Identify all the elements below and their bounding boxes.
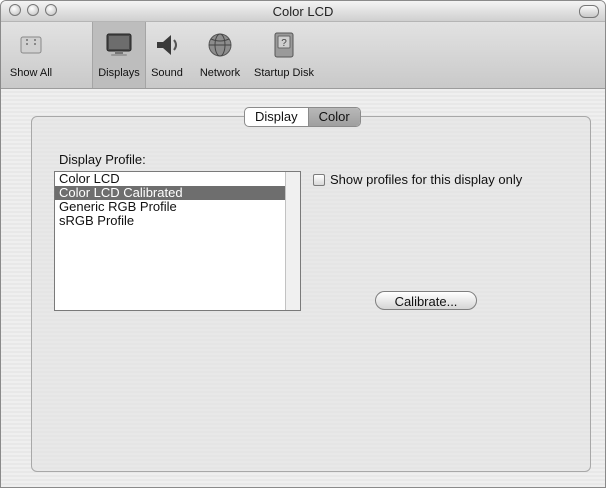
show-profiles-checkbox[interactable]: [313, 173, 325, 186]
svg-text:?: ?: [281, 38, 287, 49]
profile-list-item-selected[interactable]: Color LCD Calibrated: [55, 186, 285, 200]
toolbar-item-startup-disk[interactable]: ? Startup Disk: [251, 22, 317, 88]
toolbar-item-sound[interactable]: Sound: [147, 22, 187, 88]
hard-disk-icon: ?: [274, 32, 294, 58]
profile-list-item[interactable]: Generic RGB Profile: [55, 200, 285, 214]
toolbar-item-network[interactable]: Network: [194, 22, 246, 88]
toolbar-item-displays[interactable]: Displays: [92, 22, 146, 88]
show-profiles-option[interactable]: Show profiles for this display only: [313, 172, 522, 187]
globe-icon: [208, 33, 232, 57]
toolbar-label-sound: Sound: [151, 67, 183, 79]
profile-list-item[interactable]: Color LCD: [55, 172, 285, 186]
toolbar-toggle-button[interactable]: [579, 5, 599, 18]
toolbar-label-show-all: Show All: [9, 67, 53, 79]
toolbar: Show All Displays Sound Network ? Startu…: [1, 22, 605, 89]
display-profile-label: Display Profile:: [59, 152, 146, 167]
show-all-icon: [20, 36, 42, 54]
window-title: Color LCD: [272, 4, 334, 19]
display-profile-list[interactable]: Color LCD Color LCD Calibrated Generic R…: [54, 171, 301, 311]
toolbar-label-displays: Displays: [98, 67, 140, 79]
display-monitor-icon: [106, 33, 132, 56]
toolbar-label-startup-disk: Startup Disk: [254, 67, 314, 79]
calibrate-button[interactable]: Calibrate...: [375, 291, 477, 310]
toolbar-item-show-all[interactable]: Show All: [5, 22, 57, 88]
tab-color[interactable]: Color: [307, 108, 360, 126]
content-area: Display Color Display Profile: Color LCD…: [1, 89, 605, 487]
title-bar: Color LCD: [1, 1, 605, 22]
toolbar-label-network: Network: [199, 67, 241, 79]
speaker-icon: [157, 35, 177, 55]
show-profiles-label: Show profiles for this display only: [330, 172, 523, 187]
tab-display[interactable]: Display: [245, 108, 308, 126]
list-scrollbar[interactable]: [285, 172, 300, 310]
profile-list-item[interactable]: sRGB Profile: [55, 214, 285, 228]
preferences-window: Color LCD Show All Displays Sound Networ…: [0, 0, 606, 488]
tab-switcher: Display Color: [244, 107, 361, 127]
